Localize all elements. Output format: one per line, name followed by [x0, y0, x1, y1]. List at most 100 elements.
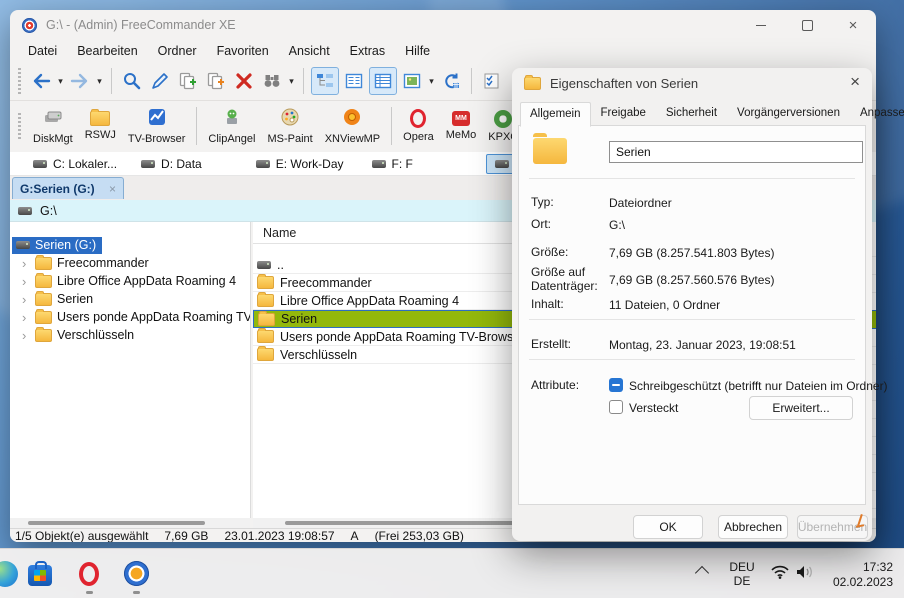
- expand-chevron-icon[interactable]: ›: [22, 292, 30, 307]
- folder-tab-active[interactable]: G:Serien (G:) ×: [12, 177, 124, 199]
- drive-c-button[interactable]: C: Lokaler...: [24, 154, 126, 174]
- drive-icon: [141, 159, 156, 168]
- drive-icon: [257, 260, 271, 269]
- copy-add-icon[interactable]: [175, 68, 201, 94]
- tab-sicherheit[interactable]: Sicherheit: [656, 101, 727, 126]
- file-row-label: Users ponde AppData Roaming TV-Browser: [280, 329, 525, 344]
- paste-add-icon[interactable]: [203, 68, 229, 94]
- expand-chevron-icon[interactable]: ›: [22, 256, 30, 271]
- binoculars-search-icon[interactable]: [259, 68, 285, 94]
- mspaint-icon: [280, 107, 300, 130]
- menu-extras[interactable]: Extras: [340, 44, 395, 58]
- search-icon[interactable]: [119, 68, 145, 94]
- tray-wifi-button[interactable]: [770, 564, 790, 598]
- field-value-groesse-auf-datentraeger: 7,69 GB (8.257.560.576 Bytes): [609, 273, 775, 287]
- drive-e-button[interactable]: E: Work-Day: [247, 154, 353, 174]
- taskbar-freecommander-button[interactable]: [124, 561, 150, 587]
- folder-name-input[interactable]: [609, 141, 863, 163]
- readonly-checkbox-label[interactable]: Schreibgeschützt (betrifft nur Dateien i…: [629, 379, 888, 393]
- checklist-icon[interactable]: [479, 68, 505, 94]
- tray-language-switcher[interactable]: DEU DE: [722, 560, 762, 598]
- tab-close-icon[interactable]: ×: [109, 182, 116, 196]
- dialog-close-button[interactable]: ×: [850, 72, 860, 92]
- menu-bearbeiten[interactable]: Bearbeiten: [67, 44, 147, 58]
- details-view-icon[interactable]: [369, 67, 397, 95]
- minimize-button[interactable]: [739, 10, 783, 40]
- menu-ordner[interactable]: Ordner: [148, 44, 207, 58]
- status-selection: 1/5 Objekt(e) ausgewählt: [15, 528, 149, 543]
- back-icon[interactable]: [28, 68, 54, 94]
- tree-panel-toggle[interactable]: [311, 67, 339, 95]
- drive-f-button[interactable]: F: F: [363, 154, 462, 174]
- menu-datei[interactable]: Datei: [18, 44, 67, 58]
- expand-chevron-icon[interactable]: ›: [22, 310, 30, 325]
- launcher-diskmgt[interactable]: DiskMgt: [27, 105, 79, 147]
- ok-button[interactable]: OK: [633, 515, 703, 539]
- list-view-icon[interactable]: [341, 68, 367, 94]
- view-dropdown-icon[interactable]: ▾: [426, 76, 437, 87]
- tab-freigabe[interactable]: Freigabe: [591, 101, 656, 126]
- field-value-erstellt: Montag, 23. Januar 2023, 19:08:51: [609, 338, 796, 352]
- tray-clock[interactable]: 17:32 02.02.2023: [813, 560, 893, 598]
- taskbar-edge-button[interactable]: [0, 561, 18, 587]
- close-icon: ×: [848, 16, 858, 34]
- toolbar-separator: [196, 107, 198, 145]
- back-dropdown-icon[interactable]: ▾: [55, 76, 66, 87]
- tree-item[interactable]: › Freecommander: [22, 254, 149, 272]
- advanced-button[interactable]: Erweitert...: [749, 396, 853, 420]
- tab-anpassen[interactable]: Anpassen: [850, 101, 904, 126]
- menu-ansicht[interactable]: Ansicht: [279, 44, 340, 58]
- drive-d-button[interactable]: D: Data: [132, 154, 211, 174]
- launcher-memo[interactable]: MM MeMo: [440, 109, 483, 143]
- edit-pencil-icon[interactable]: [147, 68, 173, 94]
- tree-item[interactable]: › Serien: [22, 290, 93, 308]
- launcher-rswj[interactable]: RSWJ: [79, 109, 122, 143]
- tab-allgemein[interactable]: Allgemein: [520, 102, 591, 127]
- toolbar-grip[interactable]: [18, 113, 21, 139]
- expand-chevron-icon[interactable]: ›: [22, 328, 30, 343]
- readonly-checkbox[interactable]: [609, 378, 623, 392]
- tray-volume-button[interactable]: [795, 564, 815, 598]
- launcher-tvbrowser[interactable]: TV-Browser: [122, 105, 191, 147]
- hidden-checkbox-label[interactable]: Versteckt: [629, 401, 678, 415]
- taskbar-store-button[interactable]: [28, 561, 54, 587]
- tree-item[interactable]: › Verschlüsseln: [22, 326, 134, 344]
- launcher-label: DiskMgt: [33, 133, 73, 145]
- taskbar-opera-button[interactable]: [76, 561, 102, 587]
- dialog-title-bar[interactable]: Eigenschaften von Serien: [512, 68, 872, 98]
- forward-dropdown-icon[interactable]: ▾: [94, 76, 105, 87]
- menu-favoriten[interactable]: Favoriten: [207, 44, 279, 58]
- launcher-xnviewmp[interactable]: XNViewMP: [319, 105, 386, 147]
- toolbar-grip[interactable]: [18, 68, 21, 94]
- tree-item[interactable]: › Libre Office AppData Roaming 4: [22, 272, 236, 290]
- launcher-clipangel[interactable]: ClipAngel: [202, 105, 261, 147]
- forward-icon[interactable]: [67, 68, 93, 94]
- folder-icon-large: [533, 133, 567, 164]
- binoculars-dropdown-icon[interactable]: ▾: [286, 76, 297, 87]
- menu-hilfe[interactable]: Hilfe: [395, 44, 440, 58]
- folder-icon: [35, 308, 52, 324]
- refresh-icon[interactable]: [438, 68, 464, 94]
- tab-vorgaengerversionen[interactable]: Vorgängerversionen: [727, 101, 850, 126]
- launcher-opera[interactable]: Opera: [397, 107, 440, 145]
- tree-hscrollbar-thumb[interactable]: [28, 521, 205, 525]
- tree-item-label: Freecommander: [57, 256, 149, 270]
- folder-tree-pane[interactable]: Serien (G:) › Freecommander › Libre Office…: [10, 222, 251, 518]
- expand-chevron-icon[interactable]: ›: [22, 274, 30, 289]
- opera-icon: [79, 562, 99, 586]
- tree-item[interactable]: › Users ponde AppData Roaming TV-B: [22, 308, 250, 326]
- language-code: DEU: [729, 560, 755, 574]
- launcher-mspaint[interactable]: MS-Paint: [261, 105, 318, 147]
- hidden-checkbox[interactable]: [609, 400, 623, 414]
- tree-root-item[interactable]: Serien (G:): [12, 236, 103, 254]
- cancel-button[interactable]: Abbrechen: [718, 515, 788, 539]
- maximize-icon: [801, 19, 813, 31]
- tray-chevron-button[interactable]: [694, 565, 710, 598]
- delete-icon[interactable]: [231, 68, 257, 94]
- toolbar-separator: [471, 68, 472, 94]
- tree-hscrollbar[interactable]: [10, 518, 250, 528]
- launcher-label: XNViewMP: [324, 133, 381, 145]
- close-button[interactable]: ×: [831, 10, 875, 40]
- maximize-button[interactable]: [785, 10, 829, 40]
- thumbnails-view-icon[interactable]: [399, 68, 425, 94]
